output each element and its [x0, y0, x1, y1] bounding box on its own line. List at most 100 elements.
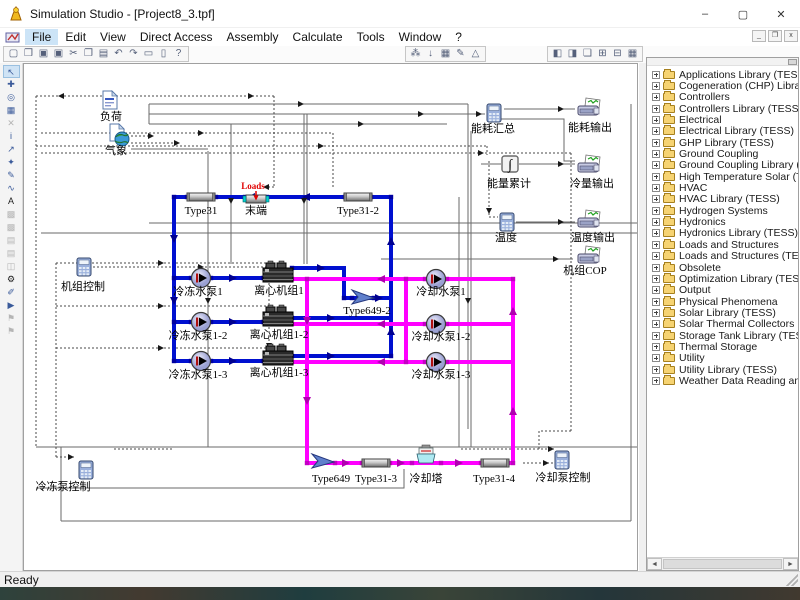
drawing-canvas[interactable]: ∫ 负荷气象Type31末端Type31-2机组控制冷冻水泵1冷冻水泵1-2冷冻… [23, 63, 638, 571]
library-item[interactable]: Physical Phenomena [647, 296, 798, 307]
delete-tool-icon[interactable]: ✕ [3, 117, 20, 130]
expand-icon[interactable] [652, 309, 660, 317]
chiller-1-component[interactable] [263, 261, 293, 282]
type31-4-component[interactable] [481, 459, 509, 467]
library-item[interactable]: Loads and Structures [647, 239, 798, 250]
scroll-left-arrow[interactable]: ◄ [647, 558, 662, 570]
cooling-tower-component[interactable] [417, 445, 435, 463]
scroll-thumb[interactable] [663, 559, 782, 569]
cw-pump-control-component[interactable] [555, 451, 569, 469]
link-tool-icon[interactable]: ⁂ [408, 47, 423, 61]
library-item[interactable]: Hydronics Library (TESS) [647, 228, 798, 239]
mdi-restore-button[interactable]: ❐ [768, 30, 782, 42]
cascade-icon[interactable]: ❏ [580, 47, 595, 61]
expand-icon[interactable] [652, 173, 660, 181]
menu-direct-access[interactable]: Direct Access [133, 29, 220, 45]
library-item[interactable]: Cogeneration (CHP) Library (TESS) [647, 80, 798, 91]
grid-icon[interactable]: ▦ [438, 47, 453, 61]
split-view-tool-icon[interactable]: ◫ [3, 260, 20, 273]
chiller-3-component[interactable] [263, 344, 293, 365]
type31-2-component[interactable] [344, 193, 372, 201]
expand-icon[interactable] [652, 161, 660, 169]
energy-out-component[interactable] [578, 98, 600, 115]
expand-icon[interactable] [652, 184, 660, 192]
resize-grip[interactable] [786, 574, 798, 586]
library-item[interactable]: High Temperature Solar (TESS) [647, 171, 798, 182]
expand-icon[interactable] [652, 218, 660, 226]
library-item[interactable]: HVAC Library (TESS) [647, 194, 798, 205]
type31-component[interactable] [187, 193, 215, 201]
sort-icon[interactable]: ↓ [423, 47, 438, 61]
expand-icon[interactable] [652, 320, 660, 328]
library-item[interactable]: Utility Library (TESS) [647, 364, 798, 375]
expand-icon[interactable] [652, 366, 660, 374]
expand-icon[interactable] [652, 195, 660, 203]
library-item[interactable]: Electrical [647, 114, 798, 125]
library-item[interactable]: Weather Data Reading and Process [647, 375, 798, 386]
save-icon[interactable]: ▣ [36, 47, 51, 61]
expand-icon[interactable] [652, 354, 660, 362]
library-item[interactable]: Loads and Structures (TESS) [647, 251, 798, 262]
menu-calculate[interactable]: Calculate [286, 29, 350, 45]
save-all-icon[interactable]: ▣ [51, 47, 66, 61]
expand-icon[interactable] [652, 377, 660, 385]
menu-window[interactable]: Window [392, 29, 449, 45]
flag-1-tool-icon[interactable]: ⚑ [3, 312, 20, 325]
mdi-minimize-button[interactable]: _ [752, 30, 766, 42]
chw-pump-control-component[interactable] [79, 461, 93, 479]
tile-icon[interactable]: ⊞ [595, 47, 610, 61]
run-tool-icon[interactable]: ▶ [3, 299, 20, 312]
expand-icon[interactable] [652, 241, 660, 249]
scroll-right-arrow[interactable]: ► [783, 558, 798, 570]
library-item[interactable]: Optimization Library (TESS) [647, 273, 798, 284]
window-right-icon[interactable]: ◨ [565, 47, 580, 61]
library-item[interactable]: Output [647, 285, 798, 296]
cooling-out-component[interactable] [578, 155, 600, 172]
library-item[interactable]: Applications Library (TESS) [647, 69, 798, 80]
undo-icon[interactable]: ↶ [111, 47, 126, 61]
layer-2-tool-icon[interactable]: ▤ [3, 247, 20, 260]
library-h-scrollbar[interactable]: ◄ ► [647, 557, 798, 570]
library-item[interactable]: Ground Coupling [647, 148, 798, 159]
new-icon[interactable]: ▢ [6, 47, 21, 61]
spline-tool-icon[interactable]: ∿ [3, 182, 20, 195]
bitmap-tool-icon[interactable]: ▦ [3, 104, 20, 117]
expand-icon[interactable] [652, 71, 660, 79]
weather-component[interactable] [110, 124, 129, 146]
library-item[interactable]: Controllers Library (TESS) [647, 103, 798, 114]
stamp-tool-icon[interactable]: ✎ [3, 169, 20, 182]
menu-help[interactable]: ? [448, 29, 469, 45]
panel-splitter[interactable] [639, 63, 646, 571]
menu-view[interactable]: View [93, 29, 133, 45]
pan-tool-icon[interactable]: ✚ [3, 78, 20, 91]
energy-acc-component[interactable] [502, 156, 518, 173]
paste-icon[interactable]: ▤ [96, 47, 111, 61]
type31-3-component[interactable] [362, 459, 390, 467]
expand-icon[interactable] [652, 298, 660, 306]
library-item[interactable]: Hydrogen Systems [647, 205, 798, 216]
library-item[interactable]: Thermal Storage [647, 341, 798, 352]
report-icon[interactable]: ▦ [625, 47, 640, 61]
expand-icon[interactable] [652, 229, 660, 237]
library-item[interactable]: Hydronics [647, 216, 798, 227]
info-tool-icon[interactable]: i [3, 130, 20, 143]
close-button[interactable]: ✕ [762, 0, 800, 28]
unit-cop-component[interactable] [578, 246, 600, 263]
open-icon[interactable]: ❒ [21, 47, 36, 61]
library-item[interactable]: Ground Coupling Library (TESS) [647, 160, 798, 171]
window-left-icon[interactable]: ◧ [550, 47, 565, 61]
expand-icon[interactable] [652, 332, 660, 340]
library-item[interactable]: Storage Tank Library (TESS) [647, 330, 798, 341]
layout-2-tool-icon[interactable]: ▩ [3, 221, 20, 234]
unit-control-component[interactable] [77, 258, 91, 276]
expand-icon[interactable] [652, 252, 660, 260]
cut-icon[interactable]: ✂ [66, 47, 81, 61]
expand-icon[interactable] [652, 264, 660, 272]
library-item[interactable]: Utility [647, 353, 798, 364]
library-top-scrollbar[interactable] [647, 58, 798, 66]
menu-tools[interactable]: Tools [350, 29, 392, 45]
layer-1-tool-icon[interactable]: ▤ [3, 234, 20, 247]
link-tool-icon[interactable]: ↗ [3, 143, 20, 156]
help-icon[interactable]: ? [171, 47, 186, 61]
expand-icon[interactable] [652, 139, 660, 147]
